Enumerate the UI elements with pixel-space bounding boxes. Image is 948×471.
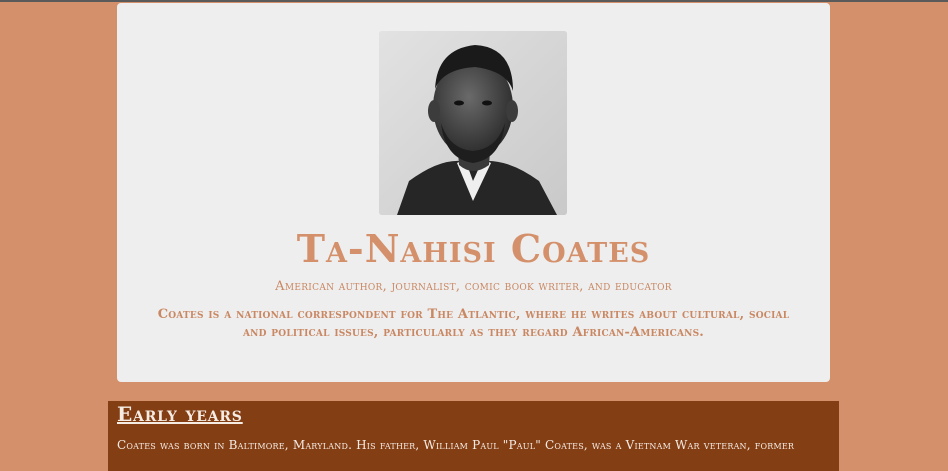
profile-card: Ta-Nahisi Coates American author, journa… bbox=[117, 3, 830, 382]
section-early-years: Early years Coates was born in Baltimore… bbox=[108, 401, 839, 471]
profile-name: Ta-Nahisi Coates bbox=[296, 226, 651, 271]
section-text: Coates was born in Baltimore, Maryland. … bbox=[117, 438, 795, 452]
profile-summary: Coates is a national correspondent for T… bbox=[157, 307, 790, 340]
profile-tagline: American author, journalist, comic book … bbox=[275, 279, 672, 294]
top-border bbox=[0, 0, 948, 2]
section-title: Early years bbox=[117, 402, 243, 426]
portrait-image bbox=[379, 31, 567, 215]
